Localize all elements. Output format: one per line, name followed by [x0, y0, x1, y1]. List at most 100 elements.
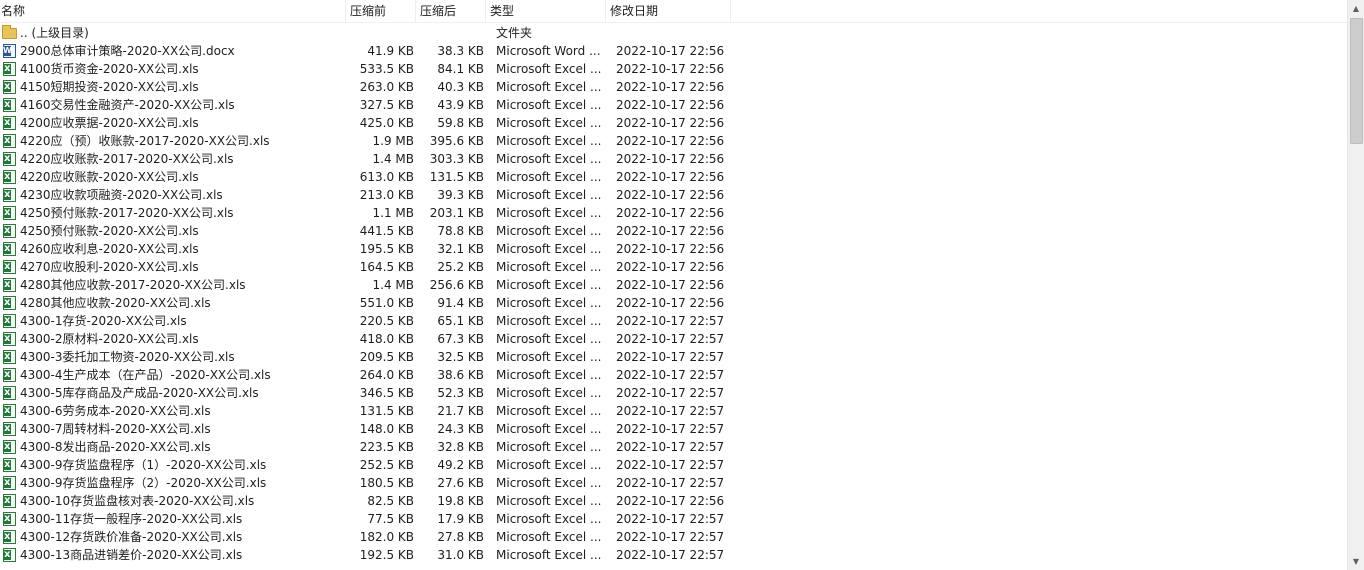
- parent-directory-row[interactable]: .. (上级目录) 文件夹: [0, 24, 1348, 42]
- file-packed-size: 84.1 KB: [437, 62, 484, 76]
- file-row[interactable]: 4300-3委托加工物资-2020-XX公司.xls 209.5 KB 32.5 K…: [0, 348, 1348, 366]
- file-row[interactable]: 2900总体审计策略-2020-XX公司.docx 41.9 KB 38.3 KB M…: [0, 42, 1348, 60]
- file-name-cell: 4300-11存货一般程序-2020-XX公司.xls: [0, 510, 340, 528]
- file-row[interactable]: 4300-7周转材料-2020-XX公司.xls 148.0 KB 24.3 KB M…: [0, 420, 1348, 438]
- file-size: 148.0 KB: [359, 422, 414, 436]
- file-name: 4250预付账款-2020-XX公司.xls: [20, 224, 199, 238]
- file-name: 4300-5库存商品及产成品-2020-XX公司.xls: [20, 386, 259, 400]
- file-row[interactable]: 4100货币资金-2020-XX公司.xls 533.5 KB 84.1 KB Mic…: [0, 60, 1348, 78]
- file-modified: 2022-10-17 22:56: [616, 278, 725, 292]
- file-name-cell: 4160交易性金融资产-2020-XX公司.xls: [0, 96, 340, 114]
- file-size: 263.0 KB: [359, 80, 414, 94]
- file-size: 195.5 KB: [359, 242, 414, 256]
- file-type: Microsoft Excel ...: [496, 404, 602, 418]
- file-row[interactable]: 4300-8发出商品-2020-XX公司.xls 223.5 KB 32.8 KB M…: [0, 438, 1348, 456]
- file-row[interactable]: 4300-9存货监盘程序（1）-2020-XX公司.xls 252.5 KB 49.…: [0, 456, 1348, 474]
- file-size: 223.5 KB: [359, 440, 414, 454]
- file-size: 182.0 KB: [359, 530, 414, 544]
- file-row[interactable]: 4300-11存货一般程序-2020-XX公司.xls 77.5 KB 17.9 K…: [0, 510, 1348, 528]
- file-row[interactable]: 4280其他应收款-2020-XX公司.xls 551.0 KB 91.4 KB Mi…: [0, 294, 1348, 312]
- file-name-cell: 4300-13商品进销差价-2020-XX公司.xls: [0, 546, 340, 564]
- file-row[interactable]: 4300-9存货监盘程序（2）-2020-XX公司.xls 180.5 KB 27.…: [0, 474, 1348, 492]
- file-row[interactable]: 4300-1存货-2020-XX公司.xls 220.5 KB 65.1 KB Mic…: [0, 312, 1348, 330]
- scroll-up-arrow-icon[interactable]: ▲: [1348, 0, 1364, 17]
- scroll-down-arrow-icon[interactable]: ▼: [1348, 553, 1364, 570]
- column-header-name[interactable]: 名称: [0, 0, 346, 22]
- file-row[interactable]: 4280其他应收款-2017-2020-XX公司.xls 1.4 MB 256.6 …: [0, 276, 1348, 294]
- file-row[interactable]: 4160交易性金融资产-2020-XX公司.xls 327.5 KB 43.9 KB…: [0, 96, 1348, 114]
- column-header-packed-size[interactable]: 压缩后: [416, 0, 486, 22]
- file-row[interactable]: 4300-13商品进销差价-2020-XX公司.xls 192.5 KB 31.0 …: [0, 546, 1348, 564]
- file-row[interactable]: 4270应收股利-2020-XX公司.xls 164.5 KB 25.2 KB Mic…: [0, 258, 1348, 276]
- file-type: Microsoft Excel ...: [496, 98, 602, 112]
- excel-file-icon: [3, 546, 16, 564]
- excel-file-icon: [3, 510, 16, 528]
- file-name: 4300-10存货监盘核对表-2020-XX公司.xls: [20, 494, 255, 508]
- file-type: Microsoft Excel ...: [496, 548, 602, 562]
- file-type: Microsoft Excel ...: [496, 350, 602, 364]
- excel-file-icon: [3, 348, 16, 366]
- file-size: 418.0 KB: [359, 332, 414, 346]
- file-name: 4300-3委托加工物资-2020-XX公司.xls: [20, 350, 235, 364]
- vertical-scrollbar[interactable]: ▲ ▼: [1347, 0, 1364, 570]
- file-size: 264.0 KB: [359, 368, 414, 382]
- file-modified: 2022-10-17 22:57: [616, 332, 725, 346]
- file-row[interactable]: 4300-4生产成本（在产品）-2020-XX公司.xls 264.0 KB 38.…: [0, 366, 1348, 384]
- excel-file-icon: [3, 438, 16, 456]
- scrollbar-thumb[interactable]: [1350, 18, 1363, 144]
- file-row[interactable]: 4300-6劳务成本-2020-XX公司.xls 131.5 KB 21.7 KB M…: [0, 402, 1348, 420]
- file-row[interactable]: 4300-12存货跌价准备-2020-XX公司.xls 182.0 KB 27.8 …: [0, 528, 1348, 546]
- column-header: 名称 压缩前 压缩后 类型 修改日期: [0, 0, 1348, 23]
- file-name-cell: 4220应（预）收账款-2017-2020-XX公司.xls: [0, 132, 340, 150]
- column-header-modified[interactable]: 修改日期: [606, 0, 731, 22]
- file-size: 164.5 KB: [359, 260, 414, 274]
- column-header-size[interactable]: 压缩前: [346, 0, 416, 22]
- excel-file-icon: [3, 240, 16, 258]
- file-modified: 2022-10-17 22:57: [616, 314, 725, 328]
- file-packed-size: 24.3 KB: [437, 422, 484, 436]
- file-type: Microsoft Excel ...: [496, 458, 602, 472]
- column-header-type[interactable]: 类型: [486, 0, 606, 22]
- file-packed-size: 31.0 KB: [437, 548, 484, 562]
- file-packed-size: 65.1 KB: [437, 314, 484, 328]
- file-type: Microsoft Excel ...: [496, 242, 602, 256]
- excel-file-icon: [3, 258, 16, 276]
- file-type: Microsoft Excel ...: [496, 440, 602, 454]
- excel-file-icon: [3, 150, 16, 168]
- file-modified: 2022-10-17 22:57: [616, 386, 725, 400]
- file-name-cell: 4270应收股利-2020-XX公司.xls: [0, 258, 340, 276]
- file-modified: 2022-10-17 22:56: [616, 260, 725, 274]
- excel-file-icon: [3, 222, 16, 240]
- file-modified: 2022-10-17 22:57: [616, 440, 725, 454]
- file-row[interactable]: 4220应（预）收账款-2017-2020-XX公司.xls 1.9 MB 395.…: [0, 132, 1348, 150]
- file-row[interactable]: 4300-5库存商品及产成品-2020-XX公司.xls 346.5 KB 52.3…: [0, 384, 1348, 402]
- file-name-cell: 4200应收票据-2020-XX公司.xls: [0, 114, 340, 132]
- file-name: 4300-12存货跌价准备-2020-XX公司.xls: [20, 530, 243, 544]
- file-modified: 2022-10-17 22:57: [616, 458, 725, 472]
- file-modified: 2022-10-17 22:56: [616, 152, 725, 166]
- file-row[interactable]: 4250预付账款-2017-2020-XX公司.xls 1.1 MB 203.1 K…: [0, 204, 1348, 222]
- file-name: 4300-13商品进销差价-2020-XX公司.xls: [20, 548, 243, 562]
- file-row[interactable]: 4260应收利息-2020-XX公司.xls 195.5 KB 32.1 KB Mic…: [0, 240, 1348, 258]
- file-size: 425.0 KB: [359, 116, 414, 130]
- file-name: 4100货币资金-2020-XX公司.xls: [20, 62, 199, 76]
- file-row[interactable]: 4200应收票据-2020-XX公司.xls 425.0 KB 59.8 KB Mic…: [0, 114, 1348, 132]
- file-row[interactable]: 4230应收款项融资-2020-XX公司.xls 213.0 KB 39.3 KB M…: [0, 186, 1348, 204]
- file-row[interactable]: 4250预付账款-2020-XX公司.xls 441.5 KB 78.8 KB Mic…: [0, 222, 1348, 240]
- file-packed-size: 17.9 KB: [437, 512, 484, 526]
- file-size: 613.0 KB: [359, 170, 414, 184]
- file-name-cell: 4300-1存货-2020-XX公司.xls: [0, 312, 340, 330]
- file-packed-size: 91.4 KB: [437, 296, 484, 310]
- excel-file-icon: [3, 186, 16, 204]
- file-row[interactable]: 4300-10存货监盘核对表-2020-XX公司.xls 82.5 KB 19.8 …: [0, 492, 1348, 510]
- file-row[interactable]: 4150短期投资-2020-XX公司.xls 263.0 KB 40.3 KB Mic…: [0, 78, 1348, 96]
- file-modified: 2022-10-17 22:56: [616, 44, 725, 58]
- file-row[interactable]: 4220应收账款-2017-2020-XX公司.xls 1.4 MB 303.3 K…: [0, 150, 1348, 168]
- file-row[interactable]: 4220应收账款-2020-XX公司.xls 613.0 KB 131.5 KB Mi…: [0, 168, 1348, 186]
- excel-file-icon: [3, 96, 16, 114]
- file-modified: 2022-10-17 22:56: [616, 494, 725, 508]
- file-name-cell: 4300-3委托加工物资-2020-XX公司.xls: [0, 348, 340, 366]
- file-name: 4220应收账款-2020-XX公司.xls: [20, 170, 199, 184]
- file-row[interactable]: 4300-2原材料-2020-XX公司.xls 418.0 KB 67.3 KB Mi…: [0, 330, 1348, 348]
- file-type: Microsoft Excel ...: [496, 116, 602, 130]
